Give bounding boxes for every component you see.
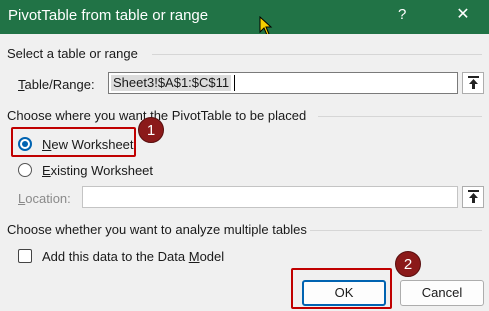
existing-worksheet-radio[interactable] xyxy=(18,163,32,177)
section-divider xyxy=(310,230,482,231)
cancel-button[interactable]: Cancel xyxy=(400,280,484,306)
highlight-box-new-worksheet xyxy=(11,127,136,157)
step-badge-2: 2 xyxy=(395,251,421,277)
highlight-box-ok xyxy=(291,268,392,309)
table-range-collapse-button[interactable] xyxy=(462,72,484,94)
section-divider xyxy=(152,54,482,55)
location-input[interactable] xyxy=(82,186,458,208)
help-button[interactable]: ? xyxy=(398,6,406,23)
collapse-arrow-icon xyxy=(468,76,479,89)
table-range-label: Table/Range: xyxy=(18,77,95,92)
location-label: Location: xyxy=(18,191,71,206)
collapse-arrow-icon xyxy=(468,190,479,203)
step-badge-1: 1 xyxy=(138,117,164,143)
section-divider xyxy=(318,116,482,117)
dialog-title: PivotTable from table or range xyxy=(8,7,209,24)
table-range-input[interactable]: Sheet3!$A$1:$C$11 xyxy=(108,72,458,94)
data-model-checkbox[interactable] xyxy=(18,249,32,263)
table-range-value: Sheet3!$A$1:$C$11 xyxy=(111,75,232,91)
data-model-label[interactable]: Add this data to the Data Model xyxy=(42,249,224,264)
multiple-tables-heading: Choose whether you want to analyze multi… xyxy=(7,222,307,237)
select-range-heading: Select a table or range xyxy=(7,46,138,61)
close-button[interactable]: ✕ xyxy=(452,4,474,26)
existing-worksheet-label[interactable]: Existing Worksheet xyxy=(42,163,153,178)
text-caret xyxy=(234,75,235,91)
mouse-pointer-icon xyxy=(259,16,273,36)
location-collapse-button[interactable] xyxy=(462,186,484,208)
title-bar: PivotTable from table or range ? ✕ xyxy=(0,0,489,36)
